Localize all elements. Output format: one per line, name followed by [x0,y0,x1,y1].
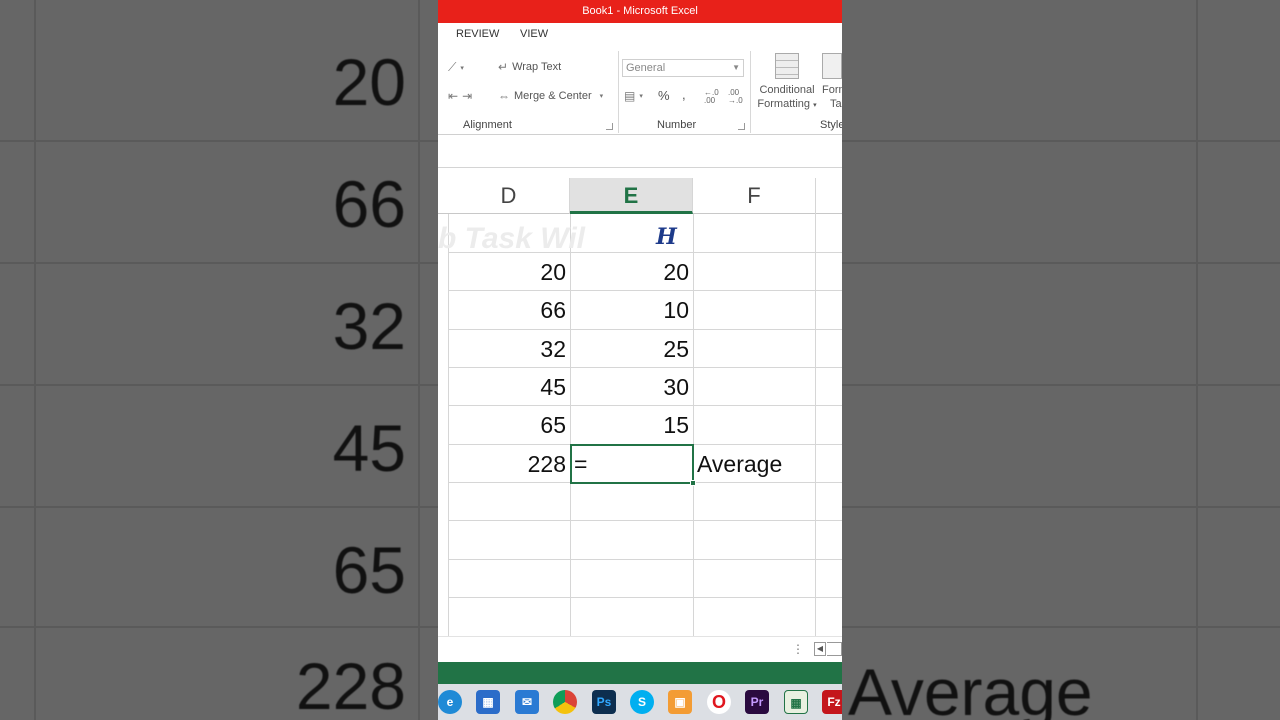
cell-e-row1[interactable]: 20 [570,253,693,291]
watermark-text: b Task Wil [438,222,585,255]
merge-center-icon: ⇔ [498,89,510,103]
cell-d-row4[interactable]: 45 [448,368,570,406]
divider [438,167,842,168]
orientation-icon: ⟋ [448,60,457,74]
bg-gridline [418,0,420,720]
wrap-text-icon: ↵ [498,60,509,74]
active-cell-border [570,444,696,486]
number-format-select[interactable]: General ▼ [622,59,744,77]
merge-center-button[interactable]: ⇔ Merge & Center ▾ [498,89,603,103]
bg-number: 65 [332,533,406,607]
merge-center-label: Merge & Center [514,90,592,102]
opera-icon[interactable]: O [707,690,731,714]
bg-number: 45 [332,411,406,485]
bg-number: 32 [332,289,406,363]
chevron-down-icon: ▼ [732,63,740,72]
dropdown-arrow-icon: ▾ [639,93,643,100]
format-as-table-label-2: Ta [830,98,842,110]
bg-word: Average [848,655,1093,720]
accounting-icon: ▤ [624,89,636,103]
chrome-icon[interactable] [553,690,577,714]
conditional-formatting-icon [775,53,799,79]
bg-gridline [1196,0,1198,720]
cell-e-row4[interactable]: 30 [570,368,693,406]
column-header-d[interactable]: D [448,178,570,214]
ribbon: ⟋ ▾ ⇤ ⇥ ↵ Wrap Text ⇔ Merge & Center ▾ Al… [438,47,842,135]
cell-e-row2[interactable]: 10 [570,291,693,329]
skype-icon[interactable]: S [630,690,654,714]
cell-e-row5[interactable]: 15 [570,406,693,444]
bg-gridline [34,0,36,720]
excel-icon[interactable]: ▦ [784,690,808,714]
cell-d-row1[interactable]: 20 [448,253,570,291]
gridline [448,559,842,560]
increase-decimal-button[interactable]: ←.0 .00 [704,89,722,105]
column-headers: D E F [438,178,842,214]
alignment-group-label: Alignment [463,119,512,131]
taskbar: e ▦ ✉ Ps S ▣ O Pr ▦ Fz [438,684,842,720]
ribbon-tabs: REVIEW VIEW [438,23,842,47]
formula-bar[interactable] [438,135,842,175]
format-as-table-button[interactable]: Form Ta [822,53,842,110]
status-bar [438,662,842,684]
format-as-table-icon [822,53,842,79]
cell-d-row5[interactable]: 65 [448,406,570,444]
wrap-text-label: Wrap Text [512,61,562,73]
cell-e-row3[interactable]: 25 [570,330,693,368]
comma-style-button[interactable]: , [682,87,686,102]
wrap-text-button[interactable]: ↵ Wrap Text [498,60,561,74]
title-bar: Book1 - Microsoft Excel [438,0,842,23]
conditional-formatting-button[interactable]: Conditional Formatting ▾ [754,53,820,110]
fill-handle[interactable] [690,480,696,486]
cell-f-row6[interactable]: Average [693,445,816,483]
app-icon[interactable]: ▣ [668,690,692,714]
split-handle-icon[interactable]: ⋮ [792,642,804,656]
bg-number: 66 [332,167,406,241]
gridline [693,214,694,636]
format-as-table-label: Form [822,84,842,96]
cell-d-row6[interactable]: 228 [448,445,570,483]
conditional-formatting-label-2: Formatting ▾ [757,98,817,110]
column-header-f[interactable]: F [693,178,816,214]
decrease-indent-icon: ⇤ [448,89,459,103]
edge-icon[interactable]: e [438,690,462,714]
excel-window: Book1 - Microsoft Excel REVIEW VIEW ⟋ ▾ ⇤… [438,0,842,720]
accounting-format-button[interactable]: ▤ ▾ [624,89,643,103]
percent-style-button[interactable]: % [658,88,670,103]
photoshop-icon[interactable]: Ps [592,690,616,714]
number-format-value: General [626,62,666,74]
dropdown-arrow-icon: ▾ [460,64,464,72]
alignment-launcher-icon[interactable] [606,123,613,130]
cell-d-row2[interactable]: 66 [448,291,570,329]
tab-review[interactable]: REVIEW [456,28,499,40]
number-launcher-icon[interactable] [738,123,745,130]
column-header-e[interactable]: E [570,178,693,214]
worksheet-grid[interactable]: b Task Wil H 20 20 66 10 32 25 45 30 65 … [438,214,842,636]
ribbon-separator [750,51,751,133]
increase-indent-icon: ⇥ [462,89,473,103]
orientation-button[interactable]: ⟋ ▾ [448,60,464,75]
filezilla-icon[interactable]: Fz [822,690,842,714]
indent-buttons[interactable]: ⇤ ⇥ [448,89,472,103]
dropdown-arrow-icon: ▾ [599,93,604,100]
premiere-icon[interactable]: Pr [745,690,769,714]
gridline [448,520,842,521]
header-logo: H [656,224,677,250]
horizontal-scrollbar[interactable] [827,642,842,656]
gridline [448,597,842,598]
cell-d-row3[interactable]: 32 [448,330,570,368]
styles-group-label: Style [820,119,842,131]
horizontal-scroll-area: ⋮ ◀ [438,636,842,662]
gridline [815,214,816,636]
scroll-left-button[interactable]: ◀ [814,642,826,656]
number-group-label: Number [657,119,697,131]
mail-icon[interactable]: ✉ [515,690,539,714]
tab-view[interactable]: VIEW [520,28,548,40]
bg-number: 20 [332,45,406,119]
ribbon-separator [618,51,619,133]
decrease-decimal-button[interactable]: .00 →.0 [728,89,746,105]
store-icon[interactable]: ▦ [476,690,500,714]
conditional-formatting-label: Conditional [759,84,815,96]
bg-number: 228 [295,649,406,720]
